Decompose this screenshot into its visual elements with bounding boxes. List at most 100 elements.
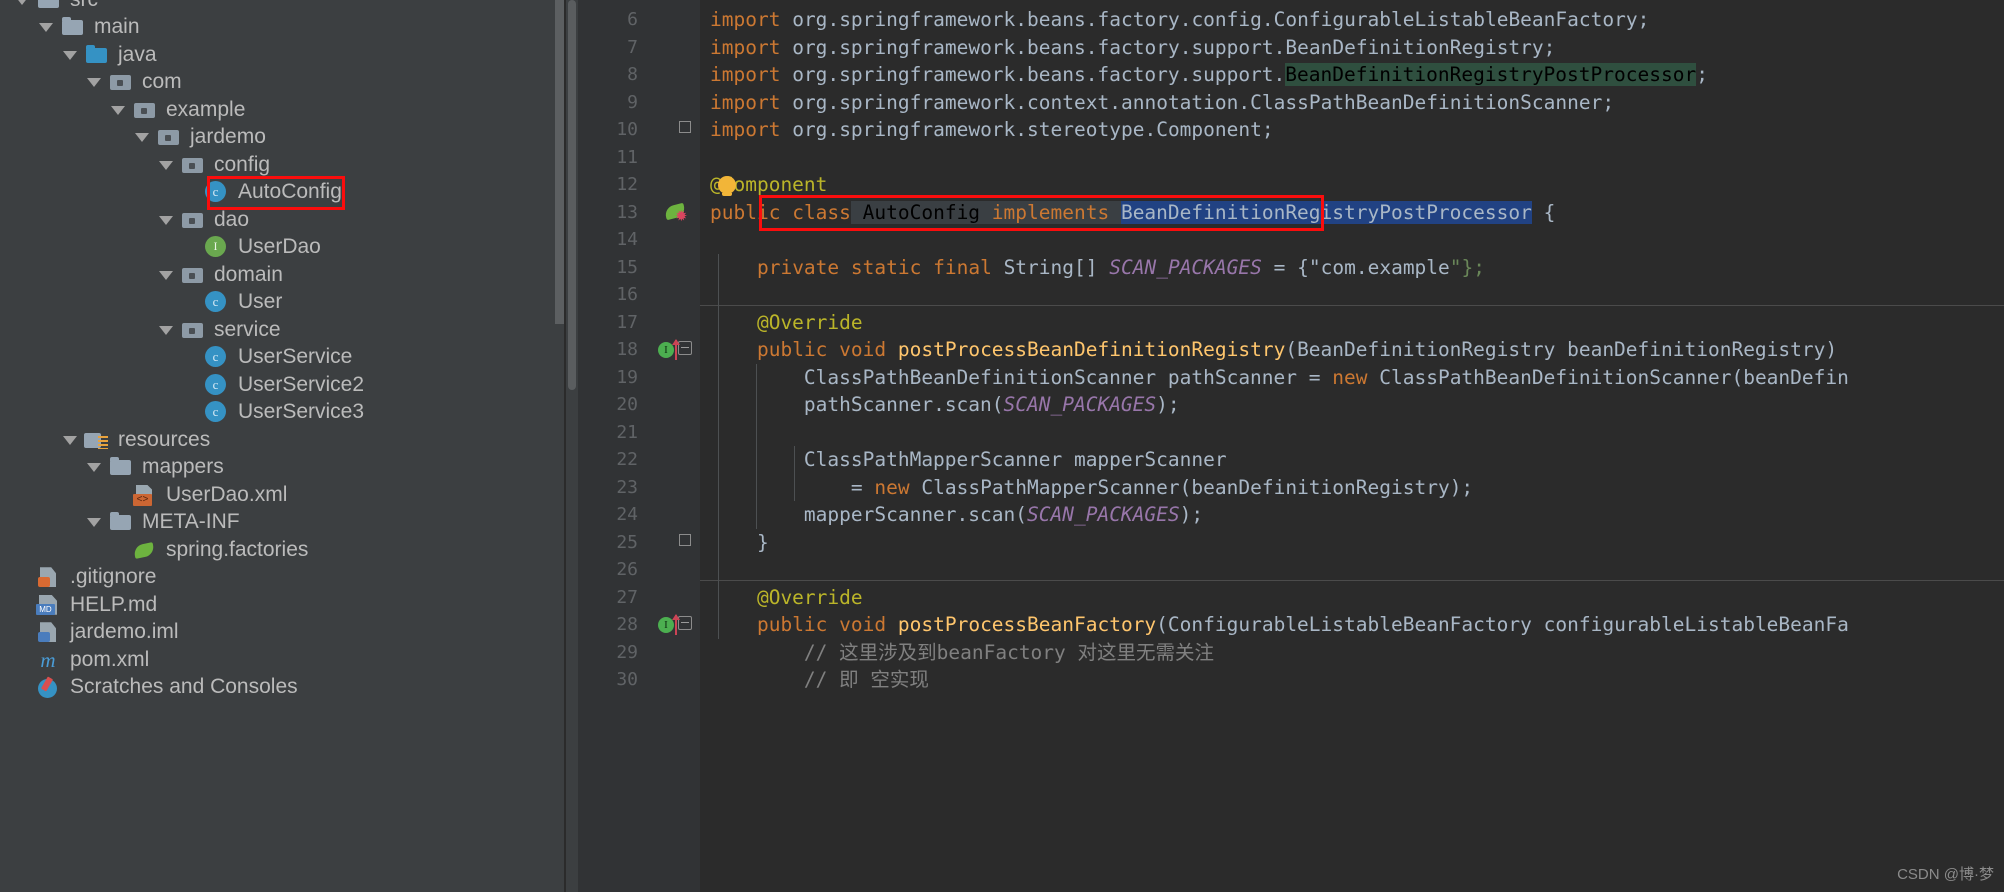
chevron-down-icon[interactable] (156, 320, 176, 340)
tree-item-domain[interactable]: domain (156, 261, 283, 289)
code-line-10[interactable]: import org.springframework.stereotype.Co… (700, 116, 2004, 144)
line-number: 23 (616, 476, 638, 498)
tree-item-label: domain (214, 262, 283, 286)
tree-item-resources[interactable]: resources (60, 426, 210, 454)
editor-folding-strip[interactable] (672, 0, 700, 892)
fold-toggle-icon[interactable] (679, 533, 691, 546)
editor-code-area[interactable]: import org.springframework.beans.factory… (700, 0, 2004, 892)
line-number: 12 (616, 174, 638, 195)
code-line-24[interactable]: mapperScanner.scan(SCAN_PACKAGES); (700, 501, 2004, 529)
editor-scrollbar[interactable] (566, 0, 578, 892)
chevron-down-icon[interactable] (36, 17, 56, 37)
tree-item-src[interactable]: src (12, 0, 98, 14)
resources-folder-icon (84, 429, 110, 451)
lightbulb-icon[interactable] (718, 176, 740, 198)
tree-item-label: HELP.md (70, 592, 158, 616)
implements-arrow (672, 614, 680, 635)
editor-marker-strip[interactable] (650, 0, 672, 892)
chevron-down-icon[interactable] (156, 210, 176, 230)
tree-item-service[interactable]: service (156, 316, 281, 344)
code-line-21[interactable] (700, 419, 2004, 447)
tree-item-pom-xml[interactable]: pom.xml (12, 646, 149, 674)
code-line-23[interactable]: = new ClassPathMapperScanner(beanDefinit… (700, 474, 2004, 502)
tree-item-userdao[interactable]: UserDao (180, 234, 321, 262)
code-line-11[interactable] (700, 144, 2004, 172)
code-line-18[interactable]: public void postProcessBeanDefinitionReg… (700, 336, 2004, 364)
fold-toggle-icon[interactable] (679, 121, 691, 133)
tree-item-main[interactable]: main (36, 14, 140, 42)
implementing-method-icon[interactable]: I (658, 614, 688, 637)
code-line-8[interactable]: import org.springframework.beans.factory… (700, 61, 2004, 89)
tree-item-meta-inf[interactable]: META-INF (84, 509, 240, 537)
spring-file-icon (132, 539, 158, 561)
tree-item-userservice3[interactable]: UserService3 (180, 399, 364, 427)
line-number: 22 (616, 449, 638, 470)
code-line-22[interactable]: ClassPathMapperScanner mapperScanner (700, 446, 2004, 474)
code-line-28[interactable]: public void postProcessBeanFactory(Confi… (700, 611, 2004, 639)
line-number: 16 (616, 284, 638, 305)
method-separator (700, 579, 2004, 581)
tree-item-userservice2[interactable]: UserService2 (180, 371, 364, 399)
code-line-30[interactable]: // 即 空实现 (700, 666, 2004, 694)
code-line-7[interactable]: import org.springframework.beans.factory… (700, 34, 2004, 62)
code-line-6[interactable]: import org.springframework.beans.factory… (700, 6, 2004, 34)
tree-item-jardemo[interactable]: jardemo (132, 124, 266, 152)
code-line-13[interactable]: public class AutoConfig implements BeanD… (700, 199, 2004, 227)
line-number: 25 (616, 531, 638, 553)
chevron-down-icon[interactable] (132, 127, 152, 147)
code-line-15[interactable]: private static final String[] SCAN_PACKA… (700, 254, 2004, 282)
markdown-file-icon (36, 594, 62, 616)
tree-item-dao[interactable]: dao (156, 206, 249, 234)
code-line-14[interactable] (700, 226, 2004, 254)
folder-icon (108, 511, 134, 533)
tree-item-com[interactable]: com (84, 69, 182, 97)
tree-item-example[interactable]: example (108, 96, 245, 124)
tree-item-help-md[interactable]: HELP.md (12, 591, 157, 619)
tree-item-scratches-and-consoles[interactable]: Scratches and Consoles (12, 674, 298, 702)
chevron-down-icon[interactable] (84, 457, 104, 477)
line-number: 10 (616, 119, 638, 140)
code-line-19[interactable]: ClassPathBeanDefinitionScanner pathScann… (700, 364, 2004, 392)
code-line-27[interactable]: @Override (700, 584, 2004, 612)
line-number: 27 (616, 586, 638, 608)
tree-item-user[interactable]: User (180, 289, 282, 317)
chevron-down-icon[interactable] (12, 0, 32, 10)
code-line-25[interactable]: } (700, 529, 2004, 557)
line-number: 7 (627, 36, 638, 58)
csdn-watermark: CSDN @博·梦 (1897, 866, 1994, 883)
implementing-method-icon[interactable]: I (658, 339, 688, 362)
code-line-29[interactable]: // 这里涉及到beanFactory 对这里无需关注 (700, 639, 2004, 667)
method-separator (700, 304, 2004, 306)
tree-item-config[interactable]: config (156, 151, 270, 179)
tree-item-autoconfig[interactable]: AutoConfig (180, 179, 342, 207)
implements-arrow (672, 339, 680, 360)
code-line-20[interactable]: pathScanner.scan(SCAN_PACKAGES); (700, 391, 2004, 419)
chevron-down-icon[interactable] (60, 45, 80, 65)
code-line-9[interactable]: import org.springframework.context.annot… (700, 89, 2004, 117)
project-tree-pane[interactable]: src main java com example jardemo config AutoCo… (0, 0, 566, 892)
tree-item-gitignore[interactable]: .gitignore (12, 564, 156, 592)
chevron-down-icon[interactable] (156, 265, 176, 285)
tree-item-java[interactable]: java (60, 41, 157, 69)
chevron-down-icon[interactable] (60, 430, 80, 450)
tree-item-label: spring.factories (166, 537, 309, 561)
tree-item-jardemo-iml[interactable]: jardemo.iml (12, 619, 179, 647)
gitignore-file-icon (36, 566, 62, 588)
java-interface-icon (204, 234, 230, 260)
chevron-down-icon[interactable] (156, 155, 176, 175)
editor-scrollbar-thumb[interactable] (568, 0, 576, 390)
code-line-12[interactable]: @Component (700, 171, 2004, 199)
chevron-down-icon[interactable] (108, 100, 128, 120)
tree-item-mappers[interactable]: mappers (84, 454, 224, 482)
line-number: 14 (616, 229, 638, 250)
tree-item-userservice[interactable]: UserService (180, 344, 352, 372)
chevron-down-icon[interactable] (84, 512, 104, 532)
code-line-17[interactable]: @Override (700, 309, 2004, 337)
code-editor[interactable]: import org.springframework.beans.factory… (566, 0, 2004, 892)
tree-item-userdao-xml[interactable]: UserDao.xml (108, 481, 287, 509)
spring-bean-icon[interactable] (665, 203, 691, 229)
tree-item-label: example (166, 97, 246, 121)
tree-item-spring-factories[interactable]: spring.factories (108, 536, 308, 564)
chevron-down-icon[interactable] (84, 72, 104, 92)
